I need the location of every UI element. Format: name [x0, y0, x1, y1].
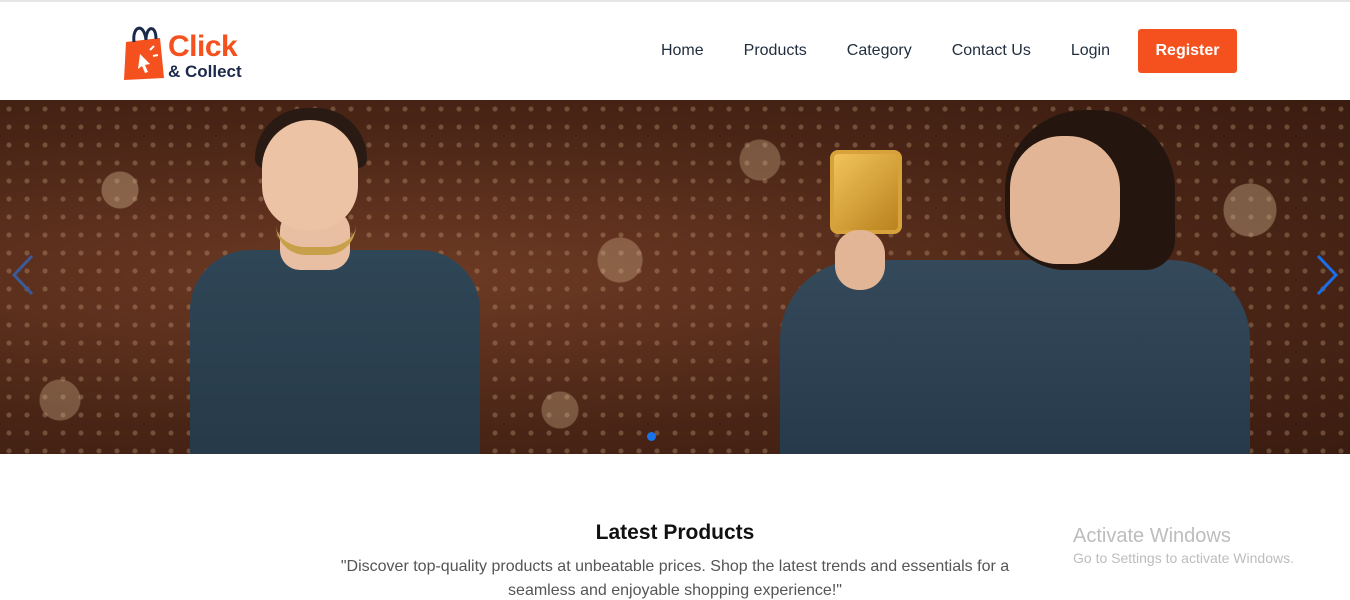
- section-description: "Discover top-quality products at unbeat…: [340, 558, 1010, 599]
- register-button[interactable]: Register: [1138, 29, 1237, 73]
- hero-carousel: [0, 100, 1350, 454]
- model-right-mirror: [830, 150, 902, 234]
- nav-contact-us[interactable]: Contact Us: [952, 42, 1031, 60]
- model-left-face: [262, 120, 358, 230]
- chevron-left-icon: [11, 254, 34, 296]
- watermark-title: Activate Windows: [1073, 525, 1231, 547]
- nav-login[interactable]: Login: [1071, 42, 1110, 60]
- watermark-subtitle: Go to Settings to activate Windows.: [1073, 550, 1294, 566]
- model-right-outfit: [780, 260, 1250, 454]
- main-nav: Home Products Category Contact Us Login …: [661, 29, 1237, 73]
- carousel-prev-button[interactable]: [8, 250, 38, 300]
- logo-text-collect: & Collect: [168, 62, 242, 81]
- nav-category[interactable]: Category: [847, 42, 912, 60]
- site-header: Click & Collect Home Products Category C…: [0, 2, 1350, 100]
- model-left-outfit: [190, 250, 480, 454]
- model-right-face: [1010, 136, 1120, 264]
- carousel-next-button[interactable]: [1312, 250, 1342, 300]
- chevron-right-icon: [1316, 254, 1339, 296]
- windows-activation-watermark: Activate Windows Go to Settings to activ…: [1073, 524, 1294, 567]
- nav-products[interactable]: Products: [744, 42, 807, 60]
- carousel-indicator-active[interactable]: [647, 432, 656, 441]
- nav-home[interactable]: Home: [661, 42, 704, 60]
- shopping-bag-icon: [124, 26, 164, 80]
- brand-logo[interactable]: Click & Collect: [120, 20, 260, 84]
- model-right-hand: [835, 230, 885, 290]
- logo-text-click: Click: [168, 30, 238, 63]
